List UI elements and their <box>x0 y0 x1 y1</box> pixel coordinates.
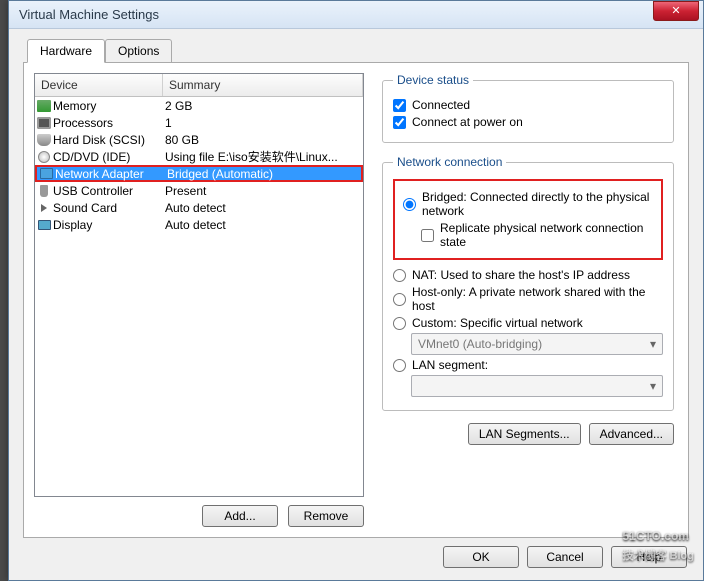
lansegment-combo-row <box>411 375 663 397</box>
help-button[interactable]: Help <box>611 546 687 568</box>
bridged-radio[interactable] <box>403 198 416 211</box>
custom-radio[interactable] <box>393 317 406 330</box>
connect-poweron-label: Connect at power on <box>412 115 523 129</box>
hdd-icon <box>35 134 53 146</box>
device-name: Memory <box>53 99 163 113</box>
tabs: Hardware Options <box>27 39 689 63</box>
device-row-memory[interactable]: Memory2 GB <box>35 97 363 114</box>
device-name: Processors <box>53 116 163 130</box>
tab-options[interactable]: Options <box>105 39 172 63</box>
device-row-hard-disk-scsi-[interactable]: Hard Disk (SCSI)80 GB <box>35 131 363 148</box>
add-button[interactable]: Add... <box>202 505 278 527</box>
lansegment-row[interactable]: LAN segment: <box>393 358 663 372</box>
lansegment-label: LAN segment: <box>412 358 488 372</box>
custom-row[interactable]: Custom: Specific virtual network <box>393 316 663 330</box>
lansegment-radio[interactable] <box>393 359 406 372</box>
cd-icon <box>35 151 53 163</box>
device-name: Display <box>53 218 163 232</box>
device-name: USB Controller <box>53 184 163 198</box>
device-list-header: Device Summary <box>35 74 363 97</box>
device-buttons: Add... Remove <box>34 505 364 527</box>
device-status-group: Device status Connected Connect at power… <box>382 73 674 143</box>
advanced-button[interactable]: Advanced... <box>589 423 674 445</box>
device-summary: Auto detect <box>163 218 363 232</box>
device-status-legend: Device status <box>393 73 473 87</box>
device-name: Sound Card <box>53 201 163 215</box>
bridged-row[interactable]: Bridged: Connected directly to the physi… <box>403 190 653 218</box>
lan-segments-button[interactable]: LAN Segments... <box>468 423 581 445</box>
ok-button[interactable]: OK <box>443 546 519 568</box>
replicate-checkbox[interactable] <box>421 229 434 242</box>
device-name: CD/DVD (IDE) <box>53 150 163 164</box>
device-summary: Bridged (Automatic) <box>165 167 361 181</box>
device-summary: 2 GB <box>163 99 363 113</box>
nat-radio[interactable] <box>393 269 406 282</box>
lansegment-combo[interactable] <box>411 375 663 397</box>
column-summary[interactable]: Summary <box>163 74 363 96</box>
display-icon <box>35 220 53 230</box>
hostonly-row[interactable]: Host-only: A private network shared with… <box>393 285 663 313</box>
device-row-usb-controller[interactable]: USB ControllerPresent <box>35 182 363 199</box>
device-row-processors[interactable]: Processors1 <box>35 114 363 131</box>
device-summary: Using file E:\iso安装软件\Linux... <box>163 148 363 165</box>
window-title: Virtual Machine Settings <box>19 7 653 22</box>
device-row-network-adapter[interactable]: Network AdapterBridged (Automatic) <box>35 165 363 182</box>
titlebar[interactable]: Virtual Machine Settings ✕ <box>9 1 703 29</box>
dialog-footer: OK Cancel Help <box>23 538 689 568</box>
bridged-label: Bridged: Connected directly to the physi… <box>422 190 653 218</box>
remove-button[interactable]: Remove <box>288 505 364 527</box>
settings-window: Virtual Machine Settings ✕ Hardware Opti… <box>8 0 704 581</box>
network-connection-legend: Network connection <box>393 155 506 169</box>
device-panel: Device Summary Memory2 GBProcessors1Hard… <box>34 73 364 527</box>
device-summary: Present <box>163 184 363 198</box>
custom-combo-row: VMnet0 (Auto-bridging) <box>411 333 663 355</box>
device-list[interactable]: Device Summary Memory2 GBProcessors1Hard… <box>34 73 364 497</box>
window-body: Hardware Options Device Summary Memory2 … <box>9 29 703 580</box>
custom-label: Custom: Specific virtual network <box>412 316 583 330</box>
connect-poweron-row[interactable]: Connect at power on <box>393 115 663 129</box>
device-row-sound-card[interactable]: Sound CardAuto detect <box>35 199 363 216</box>
connected-checkbox[interactable] <box>393 99 406 112</box>
memory-icon <box>35 100 53 112</box>
replicate-label: Replicate physical network connection st… <box>440 221 653 249</box>
connected-row[interactable]: Connected <box>393 98 663 112</box>
device-row-cd-dvd-ide-[interactable]: CD/DVD (IDE)Using file E:\iso安装软件\Linux.… <box>35 148 363 165</box>
column-device[interactable]: Device <box>35 74 163 96</box>
device-rows: Memory2 GBProcessors1Hard Disk (SCSI)80 … <box>35 97 363 233</box>
custom-vmnet-combo[interactable]: VMnet0 (Auto-bridging) <box>411 333 663 355</box>
tab-hardware[interactable]: Hardware <box>27 39 105 63</box>
nat-row[interactable]: NAT: Used to share the host's IP address <box>393 268 663 282</box>
detail-panel: Device status Connected Connect at power… <box>378 73 678 527</box>
hostonly-label: Host-only: A private network shared with… <box>412 285 663 313</box>
replicate-row[interactable]: Replicate physical network connection st… <box>421 221 653 249</box>
nat-label: NAT: Used to share the host's IP address <box>412 268 630 282</box>
connected-label: Connected <box>412 98 470 112</box>
device-summary: 1 <box>163 116 363 130</box>
connect-poweron-checkbox[interactable] <box>393 116 406 129</box>
hostonly-radio[interactable] <box>393 293 406 306</box>
close-button[interactable]: ✕ <box>653 1 699 21</box>
device-summary: Auto detect <box>163 201 363 215</box>
cancel-button[interactable]: Cancel <box>527 546 603 568</box>
hardware-pane: Device Summary Memory2 GBProcessors1Hard… <box>23 62 689 538</box>
device-name: Hard Disk (SCSI) <box>53 133 163 147</box>
device-name: Network Adapter <box>55 167 165 181</box>
device-row-display[interactable]: DisplayAuto detect <box>35 216 363 233</box>
network-buttons: LAN Segments... Advanced... <box>382 423 674 445</box>
network-connection-group: Network connection Bridged: Connected di… <box>382 155 674 411</box>
network-icon <box>37 168 55 179</box>
usb-icon <box>35 185 53 197</box>
bridged-highlight: Bridged: Connected directly to the physi… <box>393 179 663 260</box>
sound-icon <box>35 204 53 212</box>
device-summary: 80 GB <box>163 133 363 147</box>
cpu-icon <box>35 117 53 129</box>
